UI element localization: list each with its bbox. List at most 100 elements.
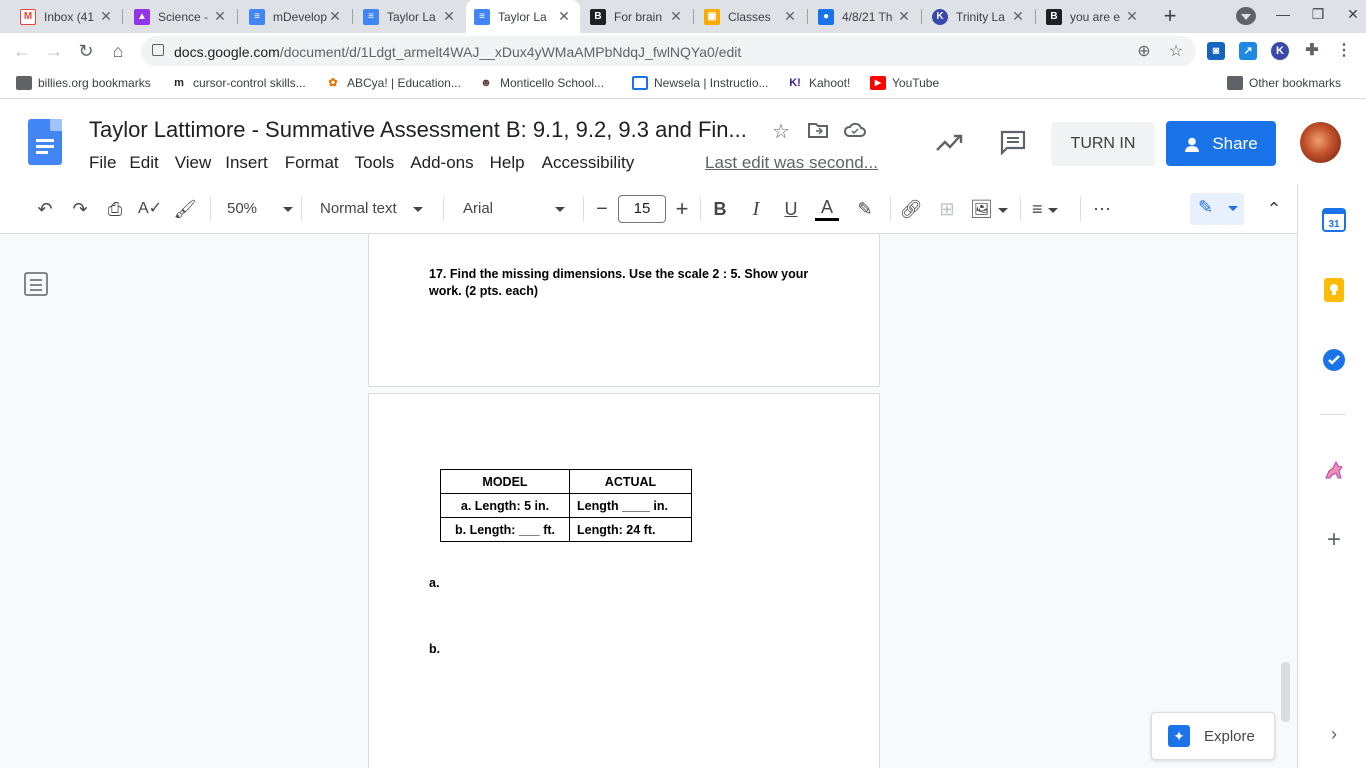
bookmark-star-icon[interactable]: ☆ <box>1166 41 1186 61</box>
menu-insert[interactable]: Insert <box>225 153 268 173</box>
kami-extension-icon[interactable]: K <box>1271 42 1289 60</box>
menu-accessibility[interactable]: Accessibility <box>542 153 635 173</box>
back-icon[interactable]: ← <box>10 39 34 63</box>
restore-icon[interactable]: ❐ <box>1306 6 1330 26</box>
decrease-font-size-icon[interactable]: − <box>590 197 614 221</box>
table-cell[interactable]: b. Length: ___ ft. <box>440 517 570 542</box>
highlight-color-icon[interactable]: ✎ <box>853 197 877 221</box>
align-icon[interactable]: ≡ <box>1032 197 1070 221</box>
browser-tab[interactable]: ● 4/8/21 Th ✕ <box>810 0 920 33</box>
menu-help[interactable]: Help <box>490 153 525 173</box>
last-edit-link[interactable]: Last edit was second... <box>705 153 878 173</box>
turn-in-button[interactable]: TURN IN <box>1051 122 1155 166</box>
increase-font-size-icon[interactable]: + <box>670 197 694 221</box>
address-bar[interactable]: docs.google.com/document/d/1Ldgt_armelt4… <box>141 36 1196 66</box>
star-icon[interactable]: ☆ <box>769 119 793 143</box>
comments-icon[interactable] <box>999 129 1027 156</box>
avatar[interactable] <box>1300 122 1341 163</box>
bookmark[interactable]: Newsela | Instructio... <box>632 76 769 90</box>
close-tab-icon[interactable]: ✕ <box>896 8 912 25</box>
keep-icon[interactable] <box>1322 278 1346 302</box>
minimize-icon[interactable]: — <box>1271 6 1295 26</box>
browser-tab[interactable]: ≡ mDevelop ✕ <box>241 0 351 33</box>
close-tab-icon[interactable]: ✕ <box>1010 8 1026 25</box>
vertical-scrollbar[interactable] <box>1281 662 1290 722</box>
docs-logo-icon[interactable] <box>28 119 62 165</box>
explore-button[interactable]: ✦ Explore <box>1151 712 1275 760</box>
bookmark[interactable]: ▶ YouTube <box>870 76 939 90</box>
add-comment-icon[interactable]: ⊞ <box>935 197 959 221</box>
reload-icon[interactable]: ↻ <box>74 39 98 63</box>
close-tab-icon[interactable]: ✕ <box>556 8 572 25</box>
browser-tab[interactable]: ▲ Science - ✕ <box>126 0 236 33</box>
move-folder-icon[interactable] <box>806 120 830 144</box>
paragraph-style-select[interactable]: Normal text <box>320 197 432 221</box>
document-outline-icon[interactable] <box>24 272 48 296</box>
zoom-icon[interactable]: ⊕ <box>1134 41 1154 61</box>
more-horiz-icon[interactable]: ⋯ <box>1090 197 1114 221</box>
undo-icon[interactable]: ↶ <box>33 197 57 221</box>
close-tab-icon[interactable]: ✕ <box>782 8 798 25</box>
redo-icon[interactable]: ↷ <box>68 197 92 221</box>
new-tab-icon[interactable]: + <box>1158 4 1182 28</box>
spellcheck-icon[interactable]: A✓ <box>138 197 162 221</box>
font-select[interactable]: Arial <box>463 197 575 221</box>
more-vert-icon[interactable]: ⋮ <box>1335 42 1353 60</box>
close-tab-icon[interactable]: ✕ <box>327 8 343 25</box>
insert-link-icon[interactable]: 🔗︎ <box>899 197 923 221</box>
site-info-icon[interactable] <box>152 44 164 56</box>
table-cell[interactable]: Length: 24 ft. <box>569 517 692 542</box>
addon-unicorn-icon[interactable] <box>1322 458 1346 482</box>
menu-view[interactable]: View <box>175 153 212 173</box>
font-size-input[interactable]: 15 <box>618 195 666 223</box>
document-title[interactable]: Taylor Lattimore - Summative Assessment … <box>89 117 747 143</box>
chevron-right-icon[interactable]: › <box>1322 722 1346 746</box>
menu-edit[interactable]: Edit <box>129 153 158 173</box>
activity-trend-icon[interactable] <box>935 130 963 154</box>
other-bookmarks[interactable]: Other bookmarks <box>1227 76 1341 90</box>
paint-format-icon[interactable]: 🖌 <box>173 197 197 221</box>
menu-add-ons[interactable]: Add-ons <box>410 153 473 173</box>
print-icon[interactable]: ⎙ <box>103 197 127 221</box>
close-tab-icon[interactable]: ✕ <box>668 8 684 25</box>
add-addon-icon[interactable]: + <box>1322 528 1346 552</box>
menu-file[interactable]: File <box>89 153 116 173</box>
browser-tab[interactable]: M Inbox (41 ✕ <box>12 0 122 33</box>
calendar-icon[interactable]: 31 <box>1322 208 1346 232</box>
browser-tab[interactable]: ▣ Classes ✕ <box>696 0 806 33</box>
bookmark[interactable]: ☻ Monticello School... <box>478 76 604 90</box>
text-color-icon[interactable]: A <box>815 197 839 221</box>
editing-mode-button[interactable]: ✎ <box>1190 193 1244 225</box>
extension-icon[interactable]: ↗ <box>1239 42 1257 60</box>
bookmark[interactable]: m cursor-control skills... <box>171 76 306 90</box>
underline-icon[interactable]: U <box>779 197 803 221</box>
home-icon[interactable]: ⌂ <box>106 39 130 63</box>
question-17-text[interactable]: 17. Find the missing dimensions. Use the… <box>429 266 829 300</box>
tasks-icon[interactable] <box>1322 348 1346 372</box>
close-tab-icon[interactable]: ✕ <box>98 8 114 25</box>
browser-tab-active[interactable]: ≡ Taylor La ✕ <box>466 0 580 33</box>
share-button[interactable]: Share <box>1166 121 1276 166</box>
extension-icon[interactable]: ◙ <box>1207 42 1225 60</box>
close-tab-icon[interactable]: ✕ <box>212 8 228 25</box>
bookmark[interactable]: ✿ ABCya! | Education... <box>325 76 460 90</box>
close-tab-icon[interactable]: ✕ <box>441 8 457 25</box>
puzzle-icon[interactable]: ✚ <box>1303 42 1321 60</box>
scale-table[interactable]: MODEL ACTUAL a. Length: 5 in. Length ___… <box>440 469 692 542</box>
cloud-saved-icon[interactable] <box>843 120 867 144</box>
browser-tab[interactable]: K Trinity La ✕ <box>924 0 1034 33</box>
insert-image-icon[interactable]: 🖼︎ <box>970 197 1008 221</box>
collapse-menus-icon[interactable]: ⌃ <box>1262 197 1286 221</box>
close-window-icon[interactable]: ✕ <box>1341 6 1365 26</box>
answer-b-label[interactable]: b. <box>429 642 440 656</box>
answer-a-label[interactable]: a. <box>429 576 439 590</box>
profile-menu-icon[interactable] <box>1236 7 1256 25</box>
close-tab-icon[interactable]: ✕ <box>1124 8 1140 25</box>
bookmark[interactable]: K! Kahoot! <box>787 76 850 90</box>
zoom-select[interactable]: 50% <box>227 197 294 221</box>
browser-tab[interactable]: B For brain ✕ <box>582 0 692 33</box>
table-cell[interactable]: a. Length: 5 in. <box>440 493 570 518</box>
table-cell[interactable]: Length ____ in. <box>569 493 692 518</box>
browser-tab[interactable]: ≡ Taylor La ✕ <box>355 0 465 33</box>
menu-tools[interactable]: Tools <box>355 153 395 173</box>
